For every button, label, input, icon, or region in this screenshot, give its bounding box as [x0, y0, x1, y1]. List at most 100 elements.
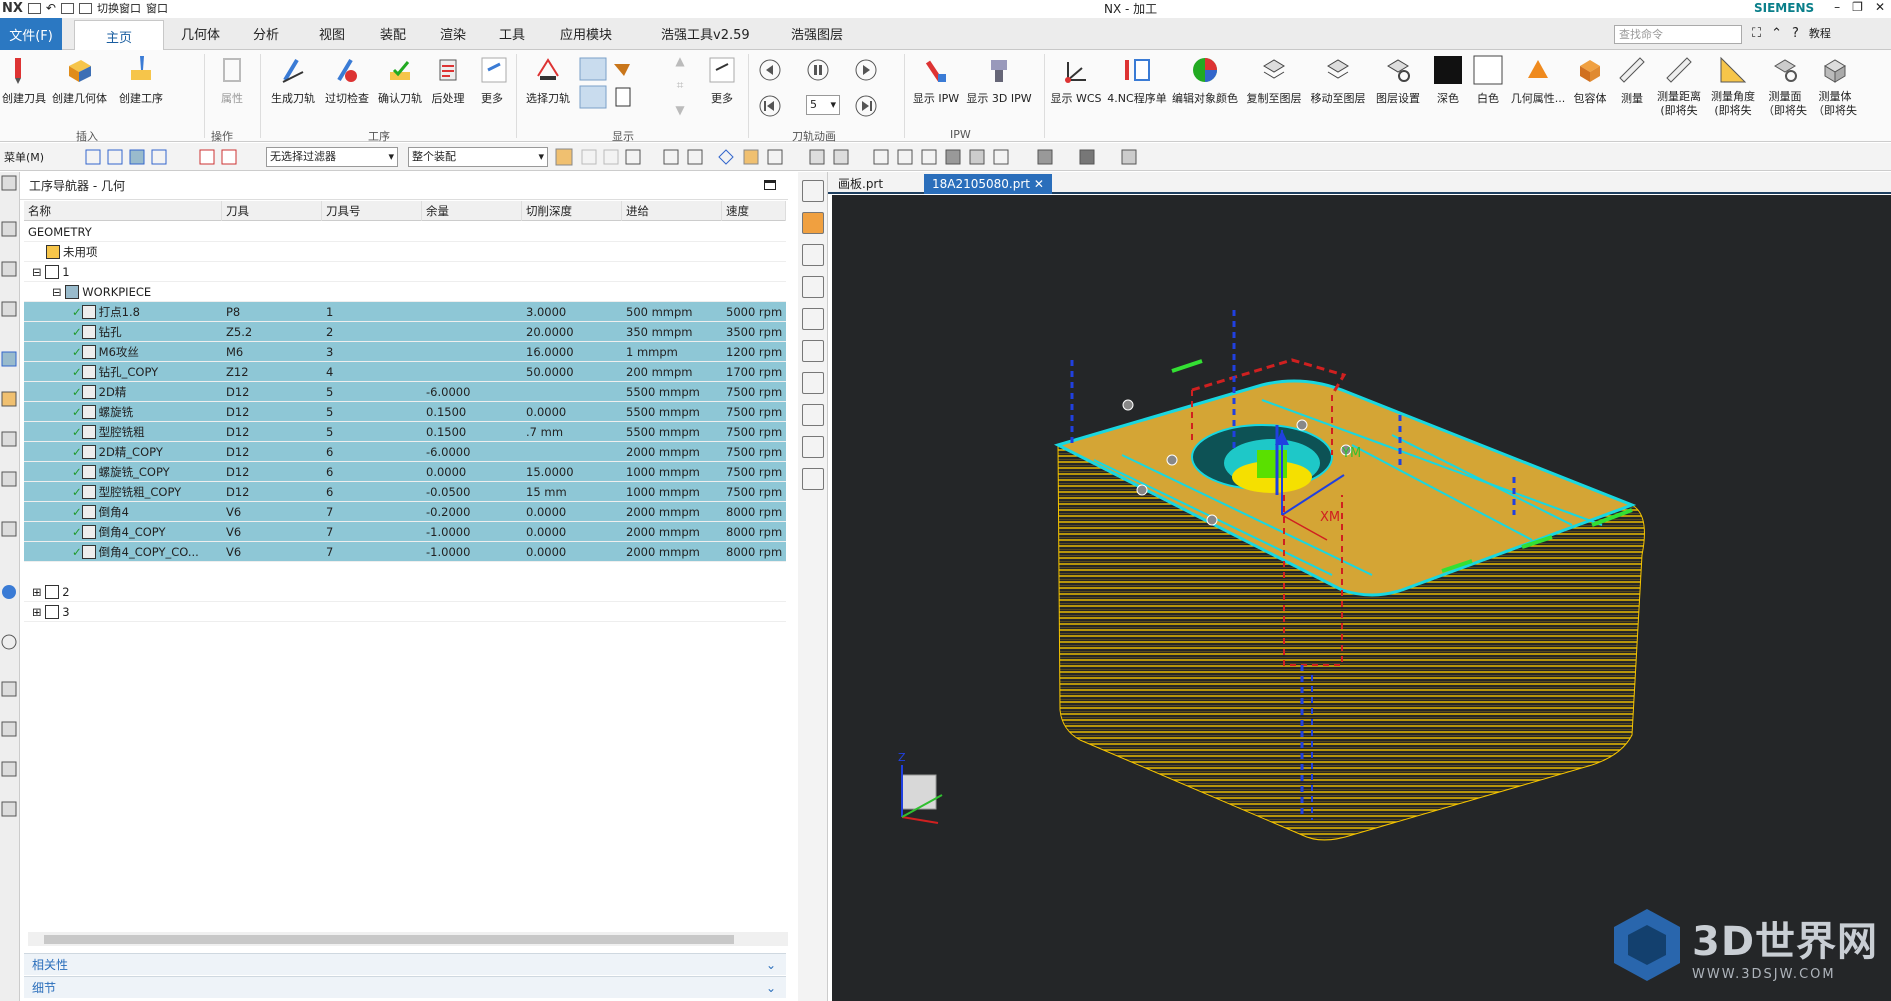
wcs-orient-icon[interactable] — [801, 180, 824, 202]
toolpath-icon[interactable] — [801, 436, 824, 458]
verify-toolpath-button[interactable]: 确认刀轨 — [376, 54, 424, 106]
operation-row[interactable]: ✓ 2D精 D12 5 -6.0000 5500 mmpm 7500 rpm — [24, 382, 786, 402]
more-button-operation[interactable]: 更多 — [478, 54, 507, 106]
graphics-viewport[interactable]: YM XM Z — [832, 195, 1891, 1001]
copy-to-layer-button[interactable]: 复制至图层 — [1244, 54, 1304, 106]
move-to-layer-button[interactable]: 移动至图层 — [1308, 54, 1368, 106]
tab-view[interactable]: 视图 — [319, 24, 345, 43]
tutorial-button[interactable]: 教程 — [1809, 25, 1831, 41]
file-menu[interactable]: 文件(F) — [0, 18, 62, 50]
measure-body-button[interactable]: 测量体（即将失 — [1812, 54, 1858, 118]
operation-row[interactable]: ✓ 螺旋铣 D12 5 0.1500 0.0000 5500 mmpm 7500 rpm — [24, 402, 786, 422]
operation-row[interactable]: ✓ 钻孔_COPY Z12 4 50.0000 200 mmpm 1700 rpm — [24, 362, 786, 382]
white-background-button[interactable]: 白色 — [1470, 54, 1506, 106]
col-name[interactable]: 名称 — [24, 201, 222, 221]
create-tool-button[interactable]: 创建刀具 — [2, 54, 46, 106]
tab-part-file[interactable]: 18A2105080.prt ✕ — [924, 174, 1052, 194]
updown-arrows[interactable]: ▲ ⌗ ▼ — [672, 54, 688, 117]
col-feed[interactable]: 进给 — [622, 201, 722, 221]
gouge-check-button[interactable]: 过切检查 — [322, 54, 372, 106]
switch-window-button[interactable]: 切换窗口 — [97, 0, 141, 16]
shade-icon[interactable] — [801, 340, 824, 362]
operation-row[interactable]: ✓ M6攻丝 M6 3 16.0000 1 mmpm 1200 rpm — [24, 342, 786, 362]
assembly-scope-select[interactable]: 整个装配 — [408, 147, 548, 167]
command-search-input[interactable]: 查找命令 — [1614, 25, 1742, 44]
col-cut-depth[interactable]: 切削深度 — [522, 201, 622, 221]
nc-program-sheet-button[interactable]: 4.NC程序单 — [1106, 54, 1168, 106]
measure-button[interactable]: 测量 — [1614, 54, 1650, 106]
measure-distance-button[interactable]: 测量距离 (即将失 — [1654, 54, 1704, 118]
animation-speed-select[interactable]: 5 — [806, 95, 840, 115]
tab-tools[interactable]: 工具 — [499, 24, 525, 43]
tab-haoqiang-tools[interactable]: 浩强工具v2.59 — [661, 24, 750, 43]
show-3d-ipw-button[interactable]: 显示 3D IPW — [966, 54, 1032, 106]
tab-haoqiang-layers[interactable]: 浩强图层 — [791, 24, 843, 43]
show-wcs-button[interactable]: 显示 WCS — [1050, 54, 1102, 106]
panel-related[interactable]: 相关性 ⌄ — [24, 953, 786, 975]
operation-row[interactable]: ✓ 钻孔 Z5.2 2 20.0000 350 mmpm 3500 rpm — [24, 322, 786, 342]
measure-face-button[interactable]: 测量面（即将失 — [1762, 54, 1808, 118]
horizontal-scrollbar[interactable] — [28, 932, 788, 946]
select-toolpath-button[interactable]: 选择刀轨 — [524, 54, 572, 106]
create-geometry-button[interactable]: 创建几何体 — [52, 54, 107, 106]
save-icon[interactable] — [27, 2, 41, 14]
help-icon[interactable]: ? — [1792, 26, 1799, 41]
undo-icon[interactable]: ↶ — [46, 1, 56, 15]
menu-dropdown[interactable]: 菜单(M) — [4, 149, 44, 165]
tree-row-group-3[interactable]: ⊞ 3 — [24, 602, 786, 622]
operation-row[interactable]: ✓ 型腔铣粗 D12 5 0.1500 .7 mm 5500 mmpm 7500 rpm — [24, 422, 786, 442]
display-toolpath-icons[interactable] — [578, 54, 638, 117]
layer-settings-button[interactable]: 图层设置 — [1372, 54, 1424, 106]
operation-row[interactable]: ✓ 倒角4_COPY V6 7 -1.0000 0.0000 2000 mmpm 8000 r… — [24, 522, 786, 542]
operation-row[interactable]: ✓ 螺旋铣_COPY D12 6 0.0000 15.0000 1000 mmpm 7500 … — [24, 462, 786, 482]
tree-row-geometry[interactable]: GEOMETRY — [24, 222, 786, 242]
resource-bar-icons[interactable] — [0, 172, 20, 852]
copy-icon[interactable] — [60, 2, 74, 14]
maximize-icon[interactable] — [764, 180, 776, 190]
measure-angle-button[interactable]: 测量角度 (即将失 — [1708, 54, 1758, 118]
playback-icons[interactable] — [754, 56, 904, 126]
tree-row-unused[interactable]: 未用项 — [24, 242, 786, 262]
close-icon[interactable]: ✕ — [1875, 0, 1885, 14]
tab-geometry[interactable]: 几何体 — [181, 24, 220, 43]
operation-row[interactable]: ✓ 打点1.8 P8 1 3.0000 500 mmpm 5000 rpm — [24, 302, 786, 322]
restore-icon[interactable]: ❐ — [1852, 0, 1863, 14]
create-operation-button[interactable]: 创建工序 — [117, 54, 165, 106]
hide-icon[interactable] — [801, 468, 824, 490]
col-speed[interactable]: 速度 — [722, 201, 786, 221]
tab-app-modules[interactable]: 应用模块 — [560, 24, 612, 43]
operation-row[interactable]: ✓ 倒角4_COPY_CO... V6 7 -1.0000 0.0000 2000 mmpm… — [24, 542, 786, 562]
col-stock[interactable]: 余量 — [422, 201, 522, 221]
tab-home[interactable]: 主页 — [74, 20, 164, 51]
operation-row[interactable]: ✓ 2D精_COPY D12 6 -6.0000 2000 mmpm 7500 rpm — [24, 442, 786, 462]
fit-icon[interactable] — [801, 244, 824, 266]
nc-list-icon[interactable] — [801, 308, 824, 330]
tab-drawing-board[interactable]: 画板.prt — [830, 174, 891, 194]
generate-toolpath-button[interactable]: 生成刀轨 — [268, 54, 318, 106]
col-tool-number[interactable]: 刀具号 — [322, 201, 422, 221]
minimize-icon[interactable]: – — [1834, 0, 1840, 14]
operation-row[interactable]: ✓ 型腔铣粗_COPY D12 6 -0.0500 15 mm 1000 mmpm 7500 … — [24, 482, 786, 502]
selection-icons[interactable] — [84, 148, 254, 166]
layer-icon[interactable] — [801, 372, 824, 394]
window-menu[interactable]: 窗口 — [146, 0, 168, 16]
paste-icon[interactable] — [78, 2, 92, 14]
view-triad[interactable]: Z — [898, 751, 943, 824]
tree-row-group-2[interactable]: ⊞ 2 — [24, 582, 786, 602]
edit-object-color-button[interactable]: 编辑对象颜色 — [1172, 54, 1238, 106]
tree-row-group-1[interactable]: ⊟ 1 — [24, 262, 786, 282]
show-ipw-button[interactable]: 显示 IPW — [910, 54, 962, 106]
properties-button[interactable]: 属性 — [214, 54, 250, 106]
panel-detail[interactable]: 细节 ⌄ — [24, 976, 786, 998]
dark-background-button[interactable]: 深色 — [1430, 54, 1466, 106]
collapse-ribbon-icon[interactable]: ⌃ — [1771, 26, 1782, 41]
more-button-display[interactable]: 更多 — [704, 54, 740, 106]
tree-row-workpiece[interactable]: ⊟ WORKPIECE — [24, 282, 786, 302]
postprocess-button[interactable]: 后处理 — [428, 54, 468, 106]
save-view-icon[interactable] — [801, 276, 824, 298]
fullscreen-icon[interactable]: ⛶ — [1752, 26, 1761, 41]
tab-assembly[interactable]: 装配 — [380, 24, 406, 43]
selection-filter-select[interactable]: 无选择过滤器 — [266, 147, 398, 167]
parts-icon[interactable] — [801, 404, 824, 426]
tab-analysis[interactable]: 分析 — [253, 24, 279, 43]
